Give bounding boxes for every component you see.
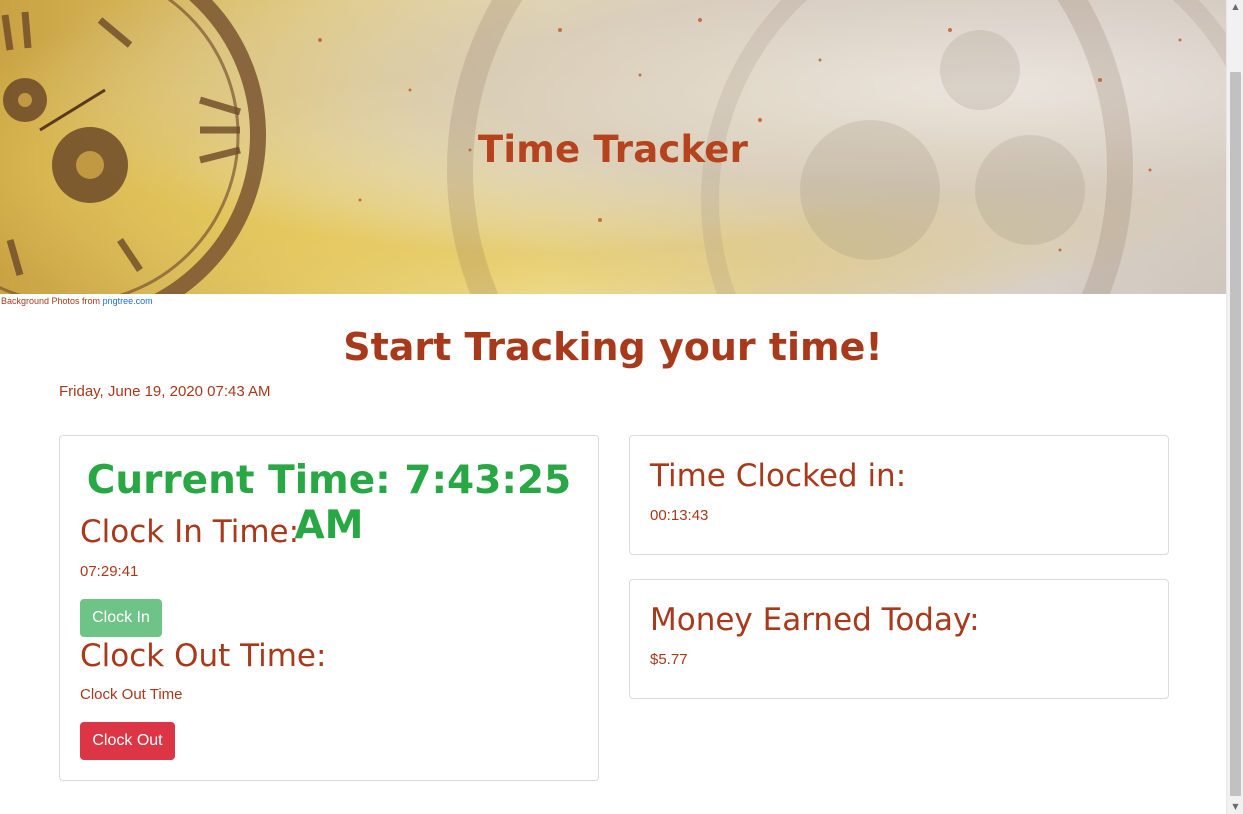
time-clocked-label: Time Clocked in:: [650, 458, 907, 494]
photo-credit-text: Background Photos from: [1, 296, 103, 306]
clock-out-value: Clock Out Time: [80, 686, 183, 703]
scroll-down-arrow-icon[interactable]: ▼: [1227, 800, 1243, 814]
clock-out-button[interactable]: Clock Out: [80, 722, 175, 760]
clock-card: Current Time: 7:43:25 AM Clock In Time: …: [59, 435, 599, 781]
money-earned-label: Money Earned Today:: [650, 602, 980, 638]
page: Time Tracker Background Photos from pngt…: [0, 0, 1226, 814]
clock-in-label: Clock In Time:: [80, 514, 300, 550]
header-banner: Time Tracker: [0, 0, 1226, 294]
clock-in-button[interactable]: Clock In: [80, 599, 162, 637]
site-title: Time Tracker: [477, 128, 749, 171]
scroll-up-arrow-icon[interactable]: ▲: [1227, 0, 1243, 14]
pngtree-link[interactable]: pngtree.com: [103, 296, 153, 306]
money-earned-card: Money Earned Today: $5.77: [629, 579, 1169, 699]
time-clocked-card: Time Clocked in: 00:13:43: [629, 435, 1169, 555]
clock-out-label: Clock Out Time:: [80, 638, 327, 674]
photo-credit: Background Photos from pngtree.com: [1, 296, 153, 306]
money-earned-value: $5.77: [650, 651, 688, 668]
time-clocked-value: 00:13:43: [650, 507, 709, 524]
main-heading: Start Tracking your time!: [343, 325, 883, 369]
clock-in-value: 07:29:41: [80, 563, 139, 580]
vertical-scrollbar[interactable]: ▲ ▼: [1226, 0, 1243, 814]
scrollbar-thumb[interactable]: [1230, 72, 1241, 796]
current-date: Friday, June 19, 2020 07:43 AM: [59, 383, 271, 400]
